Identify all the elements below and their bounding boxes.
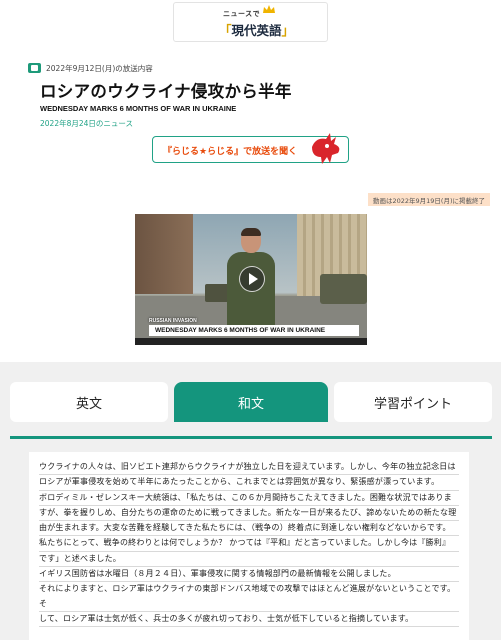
transcript-line: ロシアが軍事侵攻を始めて半年にあたったことから、これまでとは雰囲気が異なり、緊張… xyxy=(39,475,459,491)
radio-listen-button[interactable]: 『らじる★らじる』で放送を聞く xyxy=(152,133,349,164)
video-deadline-notice: 動画は2022年9月19日(月)に掲載終了 xyxy=(368,193,490,206)
transcript-line: です」と述べました。 xyxy=(39,552,459,568)
video-caption-small: RUSSIAN INVASION xyxy=(149,318,197,324)
transcript-line: 由が生まれます。大変な苦難を経験してきた私たちには、（戦争の）終着点に到達しない… xyxy=(39,521,459,537)
tab-learning-points[interactable]: 学習ポイント xyxy=(334,382,492,422)
logo-line-2: 「現代英語」 xyxy=(219,23,295,38)
transcript-line: して、ロシア軍は士気が低く、兵士の多くが疲れ切っており、士気が低下していると指摘… xyxy=(39,612,459,628)
crown-icon xyxy=(263,5,275,13)
transcript-line: それによりますと、ロシア軍はウクライナの東部ドンバス地域での攻撃ではほとんど進展… xyxy=(39,582,459,612)
english-subtitle: WEDNESDAY MARKS 6 MONTHS OF WAR IN UKRAI… xyxy=(40,104,237,113)
play-icon[interactable] xyxy=(239,266,265,292)
transcript-line: ウクライナの人々は、旧ソビエト連邦からウクライナが独立した日を迎えています。しか… xyxy=(39,460,459,476)
news-video-player[interactable]: RUSSIAN INVASION WEDNESDAY MARKS 6 MONTH… xyxy=(135,214,367,345)
tab-english[interactable]: 英文 xyxy=(10,382,168,422)
transcript-line: 私たちにとって、戦争の終わりとは何でしょうか？ かつては『平和』だと言っていまし… xyxy=(39,536,459,552)
broadcast-date-text: 2022年9月12日(月)の放送内容 xyxy=(46,63,153,73)
video-caption-bar: WEDNESDAY MARKS 6 MONTHS OF WAR IN UKRAI… xyxy=(149,325,359,336)
logo-line-1: ニュースで xyxy=(223,10,261,18)
tab-underline xyxy=(10,436,492,439)
tab-japanese[interactable]: 和文 xyxy=(174,382,328,422)
broadcast-date: 2022年9月12日(月)の放送内容 xyxy=(28,62,153,74)
page-title: ロシアのウクライナ侵攻から半年 xyxy=(40,82,292,101)
transcript-section: 英文 和文 学習ポイント ウクライナの人々は、旧ソビエト連邦からウクライナが独立… xyxy=(0,362,501,640)
news-date: 2022年8月24日のニュース xyxy=(40,119,134,128)
radio-listen-label: 『らじる★らじる』で放送を聞く xyxy=(163,147,298,157)
transcript-line: すが、拳を握りしめ、自分たちの運命のために戦ってきました。新たな一日が来るたび、… xyxy=(39,506,459,522)
transcript-line: イギリス国防省は水曜日（８月２４日）、軍事侵攻に関する情報部門の最新情報を公開し… xyxy=(39,567,459,583)
tv-icon xyxy=(28,63,41,73)
radio-mascot-icon xyxy=(312,133,340,164)
video-caption-main: WEDNESDAY MARKS 6 MONTHS OF WAR IN UKRAI… xyxy=(155,326,326,334)
transcript-content: ウクライナの人々は、旧ソビエト連邦からウクライナが独立した日を迎えています。しか… xyxy=(29,452,469,640)
transcript-line: ボロディミル・ゼレンスキー大統領は、「私たちは、この６か月間持ちこたえてきました… xyxy=(39,491,459,506)
site-logo[interactable]: ニュースで 「現代英語」 xyxy=(173,2,328,42)
